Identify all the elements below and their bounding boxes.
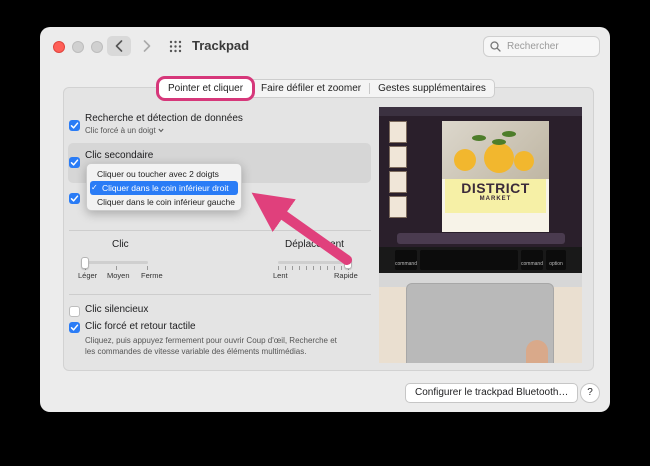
slider-tick — [147, 266, 148, 270]
close-window-button[interactable] — [53, 41, 65, 53]
silent-click-checkbox[interactable] — [69, 306, 80, 317]
configure-bluetooth-trackpad-button[interactable]: Configurer le trackpad Bluetooth… — [405, 383, 579, 403]
show-all-grid-icon[interactable] — [169, 40, 182, 53]
search-field[interactable] — [483, 36, 600, 57]
secondary-click-checkbox[interactable] — [69, 157, 80, 168]
zoom-window-button[interactable] — [91, 41, 103, 53]
menu-item-bottom-right[interactable]: ✓ Cliquer dans le coin inférieur droit — [90, 181, 238, 195]
force-click-checkbox[interactable] — [69, 322, 80, 333]
preview-thumbnails — [389, 121, 407, 218]
tap-to-click-checkbox[interactable] — [69, 193, 80, 204]
poster-title: DISTRICT — [461, 180, 530, 196]
click-slider-knob[interactable] — [81, 257, 89, 269]
slider-tick — [306, 266, 307, 270]
poster-photo — [442, 121, 549, 179]
menu-item-bottom-right-label: Cliquer dans le coin inférieur droit — [102, 183, 229, 193]
preview-finger — [526, 340, 548, 363]
key-command-right: command — [521, 250, 543, 270]
tab-point-and-click[interactable]: Pointer et cliquer — [156, 76, 256, 101]
lookup-gesture-value: Clic forcé à un doigt — [85, 126, 156, 135]
chevron-right-icon — [143, 40, 151, 52]
key-option: option — [546, 250, 566, 270]
slider-tick — [285, 266, 286, 270]
checkmark-icon — [70, 159, 79, 166]
preview-screen: DISTRICT MARKET — [379, 107, 582, 247]
key-space — [420, 250, 518, 270]
force-click-label: Clic forcé et retour tactile — [85, 321, 196, 332]
chevron-left-icon — [115, 40, 123, 52]
force-click-description-line1: Cliquez, puis appuyez fermement pour ouv… — [85, 336, 337, 345]
click-label-firm: Ferme — [141, 271, 163, 280]
lookup-label: Recherche et détection de données — [85, 113, 243, 124]
secondary-click-menu: Cliquer ou toucher avec 2 doigts ✓ Cliqu… — [86, 163, 242, 211]
help-button[interactable]: ? — [580, 383, 600, 403]
slider-tick — [320, 266, 321, 270]
slider-tick — [327, 266, 328, 270]
silent-click-label: Clic silencieux — [85, 304, 149, 315]
gesture-preview-video: DISTRICT MARKET command command option — [379, 107, 582, 363]
tracking-label-slow: Lent — [273, 271, 288, 280]
search-icon — [490, 41, 501, 52]
tab-more-gestures[interactable]: Gestes supplémentaires — [370, 80, 494, 97]
tracking-slider-track — [278, 261, 348, 264]
tracking-label-fast: Rapide — [334, 271, 358, 280]
checkmark-icon — [70, 324, 79, 331]
click-slider-title: Clic — [112, 239, 129, 250]
preview-menu-bar — [379, 107, 582, 116]
divider — [69, 294, 371, 295]
slider-tick — [278, 266, 279, 270]
poster-subtitle: MARKET — [479, 196, 512, 202]
slider-tick — [299, 266, 300, 270]
tracking-slider-knob[interactable] — [344, 257, 352, 269]
minimize-window-button[interactable] — [72, 41, 84, 53]
checkmark-icon — [70, 195, 79, 202]
click-label-medium: Moyen — [107, 271, 130, 280]
chevron-down-icon — [158, 128, 164, 133]
slider-tick — [341, 266, 342, 270]
preview-keyboard: command command option — [379, 247, 582, 273]
click-slider-track — [84, 261, 148, 264]
menu-item-two-fingers[interactable]: Cliquer ou toucher avec 2 doigts — [87, 167, 241, 181]
title-bar: Trackpad — [40, 27, 610, 65]
tab-bar: Pointer et cliquer Faire défiler et zoom… — [156, 76, 495, 101]
preferences-window: Trackpad Pointer et cliquer Faire défile… — [40, 27, 610, 412]
slider-tick — [116, 266, 117, 270]
back-button[interactable] — [107, 36, 131, 56]
checkmark-icon — [70, 122, 79, 129]
lookup-gesture-select[interactable]: Clic forcé à un doigt — [85, 126, 164, 135]
forward-button[interactable] — [137, 36, 157, 56]
preview-poster: DISTRICT MARKET — [442, 121, 549, 232]
key-command-left: command — [395, 250, 417, 270]
checkmark-icon: ✓ — [91, 183, 98, 192]
slider-tick — [334, 266, 335, 270]
click-label-light: Léger — [78, 271, 98, 280]
menu-item-bottom-left[interactable]: Cliquer dans le coin inférieur gauche — [87, 195, 241, 209]
search-input[interactable] — [505, 40, 593, 53]
window-title: Trackpad — [192, 38, 250, 53]
secondary-click-label: Clic secondaire — [85, 150, 154, 161]
poster-banner: DISTRICT MARKET — [445, 179, 546, 213]
tracking-slider-title: Déplacement — [285, 239, 344, 250]
force-click-description-line2: les commandes de vitesse variable des él… — [85, 347, 307, 356]
slider-tick — [313, 266, 314, 270]
lookup-checkbox[interactable] — [69, 120, 80, 131]
slider-tick — [292, 266, 293, 270]
preview-dock — [397, 233, 565, 244]
tab-scroll-and-zoom[interactable]: Faire défiler et zoomer — [253, 80, 369, 97]
divider — [69, 230, 371, 231]
